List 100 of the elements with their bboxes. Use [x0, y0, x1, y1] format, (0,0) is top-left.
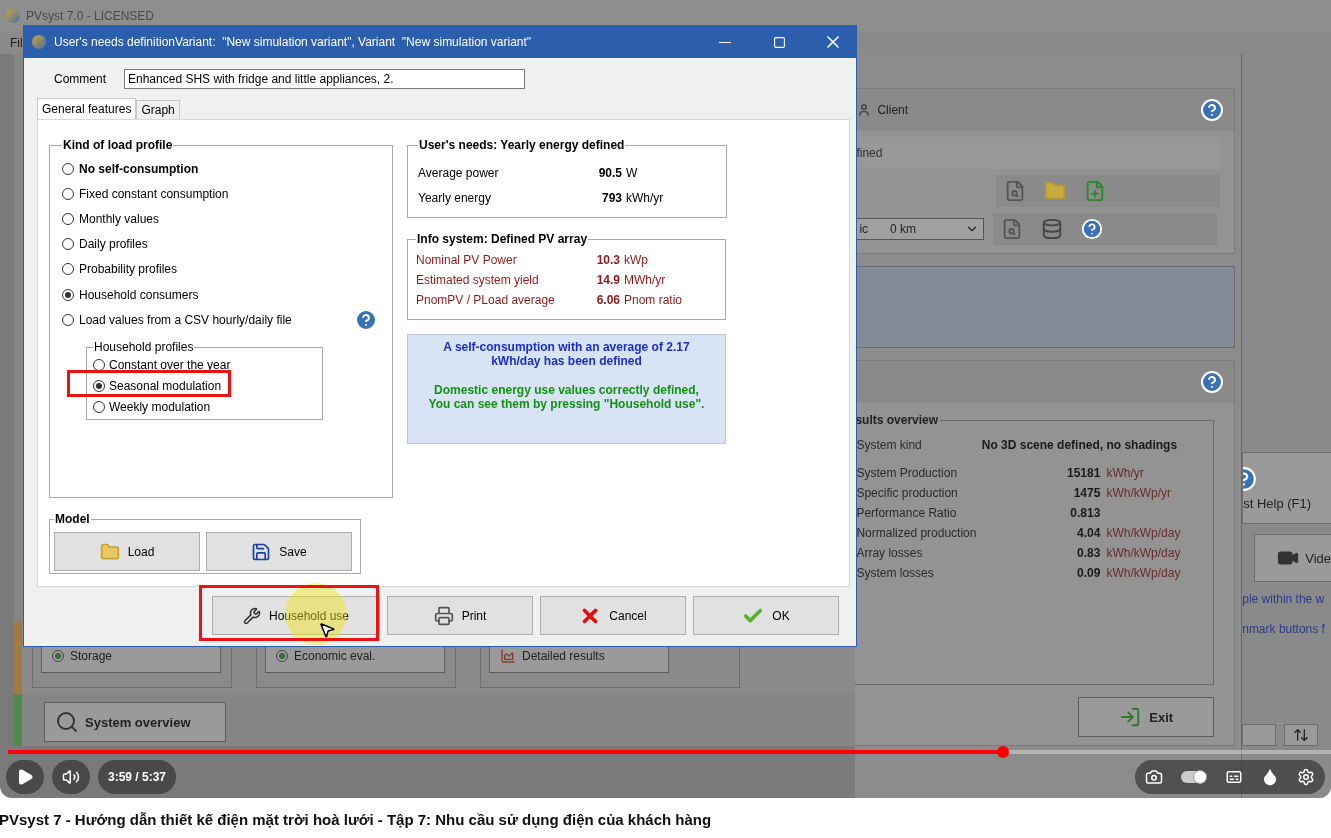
row-value: 1475: [1072, 486, 1101, 500]
row-value: 10.3: [595, 253, 620, 267]
volume-button[interactable]: [52, 760, 90, 794]
led-icon: [52, 650, 64, 662]
row-label: System losses: [856, 566, 935, 580]
radio-button[interactable]: [62, 288, 74, 301]
radio-button[interactable]: [93, 358, 105, 371]
row-unit: MWh/yr: [624, 273, 667, 287]
row-value: 14.9: [595, 273, 620, 287]
distance-dropdown[interactable]: ic 0 km: [855, 218, 985, 240]
model-button[interactable]: Save: [206, 532, 352, 571]
row-label: System Production: [856, 466, 959, 480]
logo-icon: [32, 35, 46, 49]
captions-icon: [1225, 768, 1243, 786]
row-label: Average power: [418, 165, 500, 180]
comment-label: Comment: [54, 72, 106, 86]
row-value: 4.04: [1076, 526, 1101, 540]
radio-button[interactable]: [93, 400, 105, 413]
row-unit: kWh/yr: [1106, 466, 1145, 480]
client-label[interactable]: Client: [877, 103, 909, 117]
row-label: Estimated system yield: [416, 273, 540, 287]
row-value: 0.83: [1076, 546, 1101, 560]
option-label: Monthly values: [79, 211, 160, 226]
play-button[interactable]: [6, 760, 44, 794]
row-unit: kWh/kWp/day: [1106, 566, 1182, 580]
row-unit: W: [626, 165, 639, 180]
option-label: Daily profiles: [79, 237, 148, 252]
led-icon: [276, 650, 288, 662]
help-text: ple within the w: [1242, 592, 1326, 608]
summary-text: A self-consumption with an average of 2.17 kWh/day has been defined: [442, 340, 691, 368]
logo-icon: [6, 9, 20, 23]
radio-button[interactable]: [62, 187, 74, 200]
help-text: nmark buttons f: [1242, 622, 1326, 638]
sort-button[interactable]: [1284, 724, 1319, 746]
help-icon[interactable]: [1200, 98, 1225, 122]
quick-help-button[interactable]: st Help (F1): [1242, 452, 1331, 524]
option-label: No self-consumption: [79, 161, 199, 176]
video-title: PVsyst 7 - Hướng dẫn thiết kế điện mặt trời hoà lưới - Tập 7: Nhu cầu sử dụng điện của khách hàng: [0, 810, 713, 828]
model-button[interactable]: Load: [54, 532, 200, 571]
dialog-button[interactable]: Print: [387, 596, 533, 635]
row-unit: kWh/kWp/day: [1106, 526, 1182, 540]
person-icon: [857, 103, 872, 117]
row-label: System kind: [856, 438, 922, 452]
row-value: 6.06: [595, 293, 620, 307]
row-value: 0.09: [1076, 566, 1101, 580]
group-title: Household profiles: [93, 340, 195, 355]
option-label: Load values from a CSV hourly/daily file: [79, 312, 292, 327]
droplet-button[interactable]: [1261, 768, 1279, 786]
dialog-button[interactable]: Cancel: [540, 596, 686, 635]
database-icon[interactable]: [1041, 218, 1064, 240]
captions-button[interactable]: [1225, 768, 1243, 786]
dialog-title: User's needs definitionVariant: "New simulation variant", Variant "New simulation variant": [54, 35, 533, 49]
camera-button[interactable]: [1145, 768, 1163, 786]
wrench-icon: [242, 606, 261, 625]
exit-button[interactable]: Exit: [1078, 697, 1215, 737]
row-value: 0.813: [1069, 506, 1101, 520]
row-label: PnomPV / PLoad average: [416, 293, 556, 307]
save-icon: [251, 541, 272, 562]
minimize-icon: [719, 41, 731, 43]
menu-item[interactable]: Fil: [10, 36, 23, 50]
radio-button[interactable]: [62, 313, 74, 326]
system-overview-button[interactable]: System overview: [44, 702, 226, 742]
autoplay-toggle[interactable]: [1181, 771, 1207, 783]
cursor-icon: [318, 621, 336, 639]
group-title: sults overview: [855, 413, 940, 427]
row-unit: kWh/kWp/day: [1106, 546, 1182, 560]
row-label: Nominal PV Power: [416, 253, 518, 267]
group-title: Model: [54, 512, 91, 526]
radio-button[interactable]: [93, 379, 105, 392]
radio-button[interactable]: [62, 263, 74, 276]
status-message: Domestic energy use values correctly defined, You can see them by pressing "Household use".: [427, 383, 706, 411]
time-display: 3:59 / 5:37: [98, 760, 177, 794]
tab[interactable]: Graph: [136, 100, 180, 119]
help-icon[interactable]: [1200, 370, 1225, 394]
help-icon[interactable]: [1081, 218, 1104, 240]
option-label: Probability profiles: [79, 262, 178, 277]
settings-button[interactable]: [1297, 768, 1315, 786]
comment-field[interactable]: Enhanced SHS with fridge and little appliances, 2.: [124, 69, 525, 89]
row-value: 793: [600, 190, 622, 205]
option-label: Weekly modulation: [109, 399, 211, 414]
row-label: Specific production: [856, 486, 959, 500]
camera-icon: [1145, 768, 1163, 786]
droplet-icon: [1261, 768, 1279, 786]
maximize-icon: [772, 35, 786, 49]
sort-icon: [1293, 727, 1310, 743]
status-text: fined: [855, 137, 1221, 169]
radio-button[interactable]: [62, 238, 74, 251]
row-value: 15181: [1066, 466, 1101, 480]
group-title: Kind of load profile: [62, 138, 174, 152]
row-label: Performance Ratio: [856, 506, 958, 520]
window-title: PVsyst 7.0 - LICENSED: [26, 9, 155, 23]
exit-icon: [1119, 706, 1142, 728]
radio-button[interactable]: [62, 212, 74, 225]
dialog-button[interactable]: OK: [693, 596, 839, 635]
tab[interactable]: General features: [37, 98, 137, 119]
radio-button[interactable]: [62, 162, 74, 175]
folder-icon: [99, 541, 120, 562]
search-icon: [55, 710, 79, 734]
volume-icon: [62, 768, 80, 786]
video-button[interactable]: Vide: [1254, 534, 1331, 582]
